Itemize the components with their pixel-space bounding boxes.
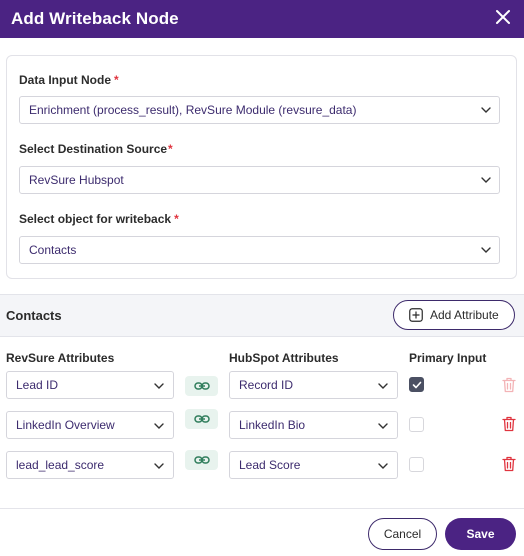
primary-input-checkbox[interactable] bbox=[409, 377, 424, 392]
dialog-title: Add Writeback Node bbox=[11, 9, 179, 28]
section-title: Contacts bbox=[6, 308, 62, 323]
add-attribute-label: Add Attribute bbox=[430, 308, 499, 322]
hubspot-attribute-select[interactable]: LinkedIn Bio bbox=[229, 411, 398, 439]
add-attribute-button[interactable]: Add Attribute bbox=[393, 300, 515, 330]
hubspot-attribute-select[interactable]: Record ID bbox=[229, 371, 398, 399]
close-icon[interactable] bbox=[493, 7, 513, 27]
primary-input-checkbox[interactable] bbox=[409, 417, 424, 432]
primary-input-checkbox[interactable] bbox=[409, 457, 424, 472]
link-icon bbox=[193, 456, 210, 464]
hubspot-attribute-value: Record ID bbox=[239, 378, 294, 392]
column-header-revsure: RevSure Attributes bbox=[6, 351, 115, 365]
column-header-hubspot: HubSpot Attributes bbox=[229, 351, 339, 365]
chevron-down-icon bbox=[154, 463, 164, 469]
check-icon bbox=[412, 381, 422, 389]
revsure-attribute-select[interactable]: LinkedIn Overview bbox=[6, 411, 174, 439]
footer-divider bbox=[0, 508, 524, 509]
cancel-button[interactable]: Cancel bbox=[368, 518, 437, 550]
column-header-primary: Primary Input bbox=[409, 351, 487, 365]
object-select[interactable]: Contacts bbox=[19, 236, 500, 264]
chevron-down-icon bbox=[154, 383, 164, 389]
revsure-attribute-select[interactable]: Lead ID bbox=[6, 371, 174, 399]
chevron-down-icon bbox=[154, 423, 164, 429]
chevron-down-icon bbox=[378, 463, 388, 469]
required-mark: * bbox=[168, 142, 173, 156]
revsure-attribute-value: lead_lead_score bbox=[16, 458, 105, 472]
chevron-down-icon bbox=[481, 177, 491, 183]
chevron-down-icon bbox=[378, 383, 388, 389]
plus-square-icon bbox=[409, 308, 423, 322]
link-button[interactable] bbox=[185, 376, 218, 396]
link-icon bbox=[193, 415, 210, 423]
trash-icon[interactable] bbox=[502, 416, 516, 432]
destination-value: RevSure Hubspot bbox=[29, 173, 124, 187]
contacts-section-header: Contacts Add Attribute bbox=[0, 294, 524, 337]
chevron-down-icon bbox=[378, 423, 388, 429]
hubspot-attribute-value: Lead Score bbox=[239, 458, 301, 472]
data-input-label: Data Input Node * bbox=[19, 73, 119, 87]
link-button[interactable] bbox=[185, 450, 218, 470]
chevron-down-icon bbox=[481, 107, 491, 113]
link-button[interactable] bbox=[185, 409, 218, 429]
object-value: Contacts bbox=[29, 243, 77, 257]
required-mark: * bbox=[174, 212, 179, 226]
object-label: Select object for writeback * bbox=[19, 212, 179, 226]
required-mark: * bbox=[114, 73, 119, 87]
data-input-value: Enrichment (process_result), RevSure Mod… bbox=[29, 103, 357, 117]
trash-icon[interactable] bbox=[502, 456, 516, 472]
chevron-down-icon bbox=[481, 247, 491, 253]
trash-icon bbox=[502, 377, 516, 393]
data-input-select[interactable]: Enrichment (process_result), RevSure Mod… bbox=[19, 96, 500, 124]
destination-select[interactable]: RevSure Hubspot bbox=[19, 166, 500, 194]
link-icon bbox=[193, 382, 210, 390]
revsure-attribute-select[interactable]: lead_lead_score bbox=[6, 451, 174, 479]
dialog-header: Add Writeback Node bbox=[0, 0, 524, 38]
revsure-attribute-value: Lead ID bbox=[16, 378, 59, 392]
destination-label: Select Destination Source* bbox=[19, 142, 173, 156]
hubspot-attribute-select[interactable]: Lead Score bbox=[229, 451, 398, 479]
save-button[interactable]: Save bbox=[445, 518, 516, 550]
revsure-attribute-value: LinkedIn Overview bbox=[16, 418, 115, 432]
hubspot-attribute-value: LinkedIn Bio bbox=[239, 418, 306, 432]
